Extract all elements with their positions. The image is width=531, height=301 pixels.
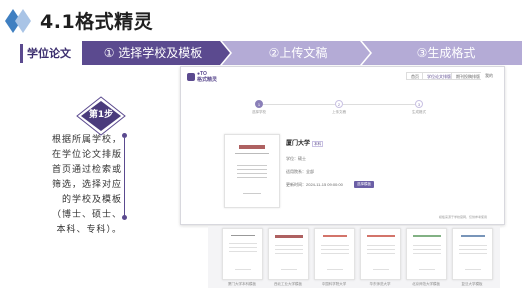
progress-step-2: 2 [335,100,343,108]
app-brand: ●TO 格式精灵 [197,71,218,83]
template-thumbnail[interactable] [406,228,447,280]
step-1-label[interactable]: ① 选择学校及模板 [82,41,224,65]
meta-department: 适用院系：全部 [286,169,314,174]
progress-line [343,104,417,105]
step-description: 根据所属学校，在学位论文排版首页通过检索或筛选，选择对应的学校及模板（博士、硕士… [52,135,123,235]
meta-updated: 更新时间：2024-11-15 09:00:00 [286,182,343,187]
template-thumbnail[interactable] [452,228,493,280]
timeline-dot-top [122,133,127,138]
app-screenshot: ●TO 格式精灵 首页 学位论文排版 期刊投稿排版 我的 1 2 3 选择学校 … [180,66,505,225]
page-title: 4.1格式精灵 [40,11,154,33]
diamond-logo-icon [5,9,31,33]
progress-line [263,104,337,105]
meta-degree: 学位：硕士 [286,156,306,161]
school-name: 厦门大学 本科 [286,140,324,147]
nav-journal[interactable]: 期刊投稿排版 [451,72,485,80]
school-tag: 本科 [312,141,324,147]
select-template-button[interactable]: 选择模板 [354,181,374,188]
step-3-label[interactable]: ③生成格式 [372,41,520,65]
thumbnail-caption: 复旦大学模板 [461,282,483,286]
thumbnail-caption: 北京师范大学模板 [412,282,440,286]
template-cover-preview[interactable] [224,134,280,208]
thumbnail-caption: 华东师范大学 [369,282,391,286]
template-thumbnail[interactable] [222,228,263,280]
nav-mine[interactable]: 我的 [481,72,497,80]
app-footer: 模板来源于学校官网，仅供参考使用 [439,215,488,219]
step-banner: ① 选择学校及模板 ②上传文稿 ③生成格式 [82,41,522,65]
progress-step-1: 1 [255,100,263,108]
progress-label-1: 选择学校 [252,110,266,114]
app-logo-icon [187,73,195,81]
thumbnail-caption: 厦门大学本科模板 [228,282,256,286]
thumbnail-caption: 中国科学院大学 [321,282,347,286]
progress-label-3: 生成格式 [412,110,426,114]
timeline-dot-bottom [122,215,127,220]
progress-step-3: 3 [415,100,423,108]
step-2-label[interactable]: ②上传文稿 [232,41,364,65]
timeline-line [124,138,125,218]
template-thumbnail[interactable] [268,228,309,280]
template-thumbnail[interactable] [314,228,355,280]
thumbnail-caption: 西北工业大学模板 [274,282,302,286]
template-thumbnail[interactable] [360,228,401,280]
step-badge: 第1步 [88,110,114,120]
progress-label-2: 上传文稿 [332,110,346,114]
banner-label: 学位论文 [20,44,82,63]
